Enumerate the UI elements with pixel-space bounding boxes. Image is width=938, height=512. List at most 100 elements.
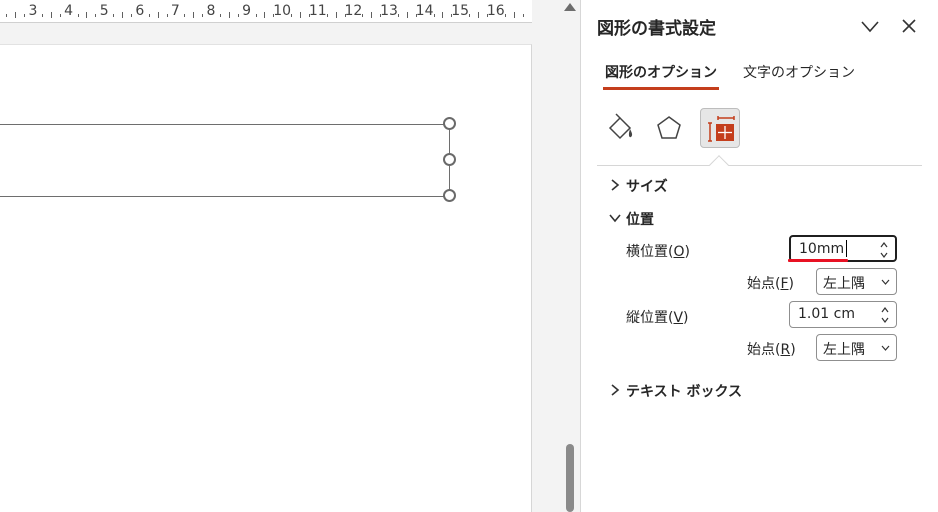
ruler-tick — [219, 14, 221, 17]
close-paren: ) — [790, 342, 796, 358]
ruler-tick — [202, 14, 204, 17]
chevron-right-icon[interactable] — [608, 178, 622, 192]
ruler-number: 6 — [135, 3, 145, 19]
ruler-tick — [326, 14, 328, 17]
ruler-tick — [335, 12, 337, 18]
format-shape-pane: 図形の書式設定 図形のオプション 文字のオプション サイズ 位置 横位置(O) … — [580, 0, 938, 512]
spin-arrows-icon[interactable] — [879, 239, 889, 261]
ruler-tick — [184, 14, 186, 17]
horizontal-position-label-text: 横位置( — [626, 244, 674, 260]
ruler-tick — [77, 14, 79, 17]
tab-shape-options[interactable]: 図形のオプション — [603, 62, 719, 90]
ruler-number: 3 — [28, 3, 38, 19]
ruler-tick — [371, 12, 373, 18]
ruler-tick — [397, 14, 399, 17]
ruler-number: 16 — [486, 3, 505, 19]
pane-options-button[interactable] — [859, 16, 881, 36]
size-properties-button[interactable] — [700, 108, 740, 148]
vertical-from-label: 始点(R) — [747, 339, 796, 359]
pentagon-icon — [657, 116, 681, 139]
slide-canvas[interactable] — [0, 44, 532, 512]
ruler-tick — [50, 12, 52, 18]
ruler-tick — [237, 14, 239, 17]
ruler-tick — [300, 12, 301, 18]
fill-line-icon — [608, 113, 633, 140]
horizontal-position-accel: O — [673, 244, 685, 260]
vertical-scrollbar[interactable] — [560, 0, 580, 512]
ruler-number: 8 — [206, 3, 216, 19]
ruler-tick — [255, 14, 257, 17]
ruler-number: 10 — [273, 3, 292, 19]
resize-handle-middle-right[interactable] — [443, 153, 456, 166]
effects-button[interactable] — [649, 108, 689, 148]
ruler-tick — [130, 14, 132, 17]
close-pane-button[interactable] — [899, 16, 919, 36]
horizontal-from-accel: F — [780, 276, 789, 292]
scroll-thumb[interactable] — [566, 444, 574, 512]
ruler-tick — [193, 12, 195, 18]
vertical-from-select[interactable]: 左上隅 — [816, 334, 897, 361]
ruler-tick — [291, 14, 293, 17]
spelling-error-underline — [788, 259, 848, 262]
ruler-number: 14 — [415, 3, 434, 19]
ruler-tick — [166, 14, 168, 17]
vertical-position-input[interactable]: 1.01 cm — [789, 301, 897, 328]
scroll-up-arrow-icon[interactable] — [564, 3, 576, 11]
chevron-down-icon[interactable] — [608, 211, 622, 225]
ruler-tick — [95, 14, 97, 17]
resize-handle-bottom-right[interactable] — [443, 189, 456, 202]
section-position[interactable]: 位置 — [626, 209, 654, 229]
ruler-number: 12 — [344, 3, 363, 19]
selected-icon-pointer — [709, 155, 729, 175]
ruler-number: 9 — [242, 3, 252, 19]
text-caret — [846, 240, 847, 257]
ruler-tick — [86, 12, 88, 18]
vertical-from-label-text: 始点( — [747, 342, 781, 358]
horizontal-from-value: 左上隅 — [823, 276, 865, 292]
ruler-tick — [6, 14, 8, 17]
ruler-number: 5 — [99, 3, 109, 19]
ruler-tick — [406, 12, 408, 18]
chevron-down-icon — [881, 345, 890, 351]
close-paren: ) — [788, 276, 794, 292]
section-size[interactable]: サイズ — [626, 176, 668, 196]
ruler-tick — [122, 12, 123, 18]
close-paren: ) — [683, 310, 689, 326]
ruler-tick — [157, 12, 159, 18]
chevron-right-icon[interactable] — [608, 383, 622, 397]
ruler-tick — [148, 14, 150, 17]
resize-handle-top-right[interactable] — [443, 117, 456, 130]
horizontal-position-input[interactable]: 10mm — [789, 235, 897, 262]
ruler-tick — [41, 14, 43, 17]
vertical-position-label: 縦位置(V) — [626, 307, 689, 327]
horizontal-ruler: 3 4 5 6 7 8 9 10 11 12 13 14 15 16 — [0, 0, 532, 23]
horizontal-from-label-text: 始点( — [747, 276, 781, 292]
section-textbox[interactable]: テキスト ボックス — [626, 381, 742, 401]
ruler-number: 11 — [308, 3, 327, 19]
close-paren: ) — [684, 244, 690, 260]
ruler-number: 7 — [170, 3, 180, 19]
vertical-position-value: 1.01 cm — [798, 306, 855, 322]
fill-line-button[interactable] — [601, 108, 641, 148]
vertical-from-accel: R — [780, 342, 791, 358]
horizontal-position-value: 10mm — [799, 241, 845, 257]
vertical-from-value: 左上隅 — [823, 342, 865, 358]
ruler-number: 4 — [64, 3, 74, 19]
ruler-tick — [113, 14, 115, 17]
vertical-position-accel: V — [673, 310, 684, 326]
ruler-tick — [362, 14, 364, 17]
ruler-tick — [478, 12, 479, 18]
tab-text-options[interactable]: 文字のオプション — [743, 62, 855, 90]
vertical-position-label-text: 縦位置( — [626, 310, 674, 326]
horizontal-from-select[interactable]: 左上隅 — [816, 268, 897, 295]
chevron-down-icon — [861, 21, 879, 33]
ruler-tick — [469, 14, 471, 17]
close-icon — [902, 19, 916, 33]
ruler-number: 13 — [380, 3, 398, 19]
spin-arrows-icon[interactable] — [880, 304, 890, 326]
ruler-tick — [24, 14, 26, 17]
ruler-tick — [15, 12, 17, 18]
selected-shape[interactable] — [0, 124, 450, 197]
chevron-down-icon — [881, 279, 890, 285]
ruler-tick — [513, 12, 515, 18]
